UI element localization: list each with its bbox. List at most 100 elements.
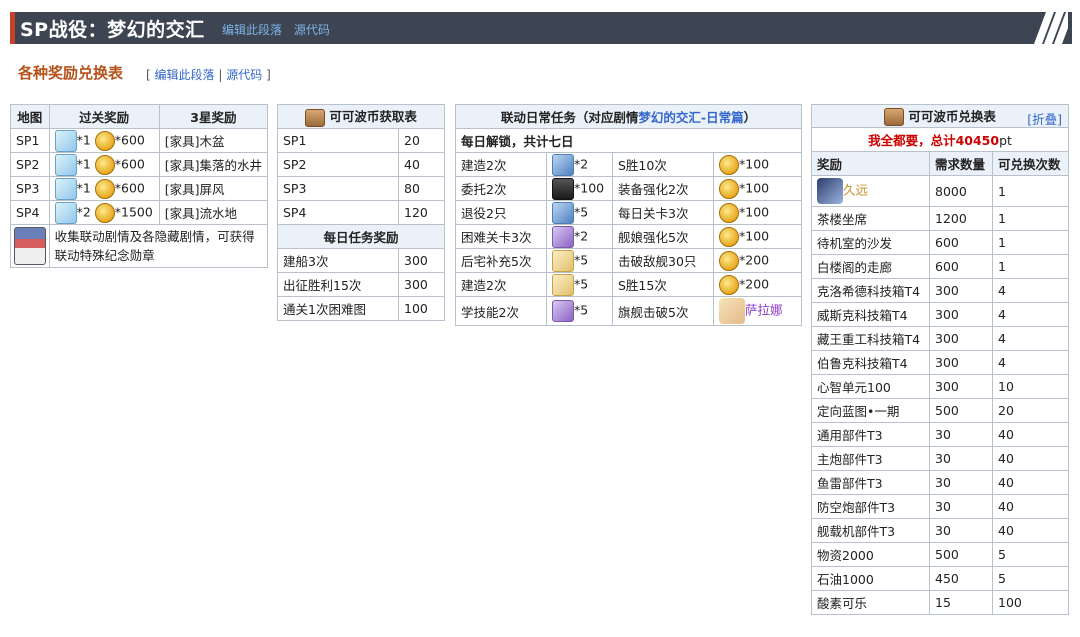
required-cell: 1200 <box>929 206 993 231</box>
cube-icon <box>54 129 77 152</box>
coin-qty: *600 <box>114 156 145 171</box>
clear-reward-cell: *1 *600 <box>48 128 160 153</box>
table-row: 出征胜利15次 300 <box>277 272 445 297</box>
edit-section-link[interactable]: 编辑此段落 <box>222 23 282 37</box>
reward-cell: 克洛希德科技箱T4 <box>811 278 930 303</box>
table-row: SP2 *1 *600 [家具]集落的水井 <box>10 152 269 177</box>
table-row: 石油1000 450 5 <box>811 566 1069 591</box>
medal-icon[interactable] <box>13 227 46 265</box>
source-code-link[interactable]: 源代码 <box>294 23 330 37</box>
table-row: SP4 *2 *1500 [家具]流水地 <box>10 200 269 225</box>
map-cell: SP2 <box>10 152 50 177</box>
coin-icon <box>94 130 115 151</box>
table-row: SP4 120 <box>277 200 445 225</box>
times-cell: 100 <box>992 590 1069 615</box>
qty: *2 <box>574 228 589 243</box>
star-reward-cell[interactable]: [家具]集落的水井 <box>158 152 269 177</box>
total-label: 我全都要，总计 <box>868 133 956 148</box>
exchange-title: 可可波币兑换表 <box>908 108 996 124</box>
character-avatar[interactable] <box>719 298 745 324</box>
col-star-reward: 3星奖励 <box>158 104 269 129</box>
skill-book-icon <box>552 300 574 322</box>
task-cell: 通关1次困难图 <box>277 296 399 321</box>
reward-cell: *5 <box>546 272 613 297</box>
tasks-title-prefix: 联动日常任务（对应剧情 <box>500 110 639 125</box>
amount-cell: 100 <box>398 296 445 321</box>
total-value: 40450 <box>955 133 1000 148</box>
table-row: 威斯克科技箱T4 300 4 <box>811 302 1069 327</box>
star-reward-cell[interactable]: [家具]流水地 <box>158 200 269 225</box>
table-row: SP1 20 <box>277 128 445 153</box>
task-cell: 学技能2次 <box>455 296 547 326</box>
reward-cell: 久远 <box>811 175 930 207</box>
task-cell: 建船3次 <box>277 248 399 273</box>
times-cell: 5 <box>992 542 1069 567</box>
character-avatar[interactable] <box>817 178 843 204</box>
character-link[interactable]: 萨拉娜 <box>745 303 783 318</box>
bracket-close: ] <box>266 68 271 82</box>
bracket-open: [ <box>146 68 151 82</box>
reward-cell: *2 <box>546 152 613 177</box>
required-cell: 30 <box>929 446 993 471</box>
source-cell: SP3 <box>277 176 399 201</box>
table-row: 建造2次 *2 S胜10次 *100 <box>455 152 802 177</box>
col-clear-reward: 过关奖励 <box>48 104 160 129</box>
required-cell: 8000 <box>929 175 993 207</box>
character-link[interactable]: 久远 <box>843 183 868 198</box>
collapse-toggle[interactable]: [折叠] <box>1027 109 1062 128</box>
reward-cell: 藏王重工科技箱T4 <box>811 326 930 351</box>
map-cell: SP3 <box>10 176 50 201</box>
reward-cell: *100 <box>546 176 613 201</box>
table-row: SP1 *1 *600 [家具]木盆 <box>10 128 269 153</box>
required-cell: 30 <box>929 518 993 543</box>
required-cell: 500 <box>929 542 993 567</box>
table-row: 待机室的沙发 600 1 <box>811 230 1069 255</box>
task-cell: 每日关卡3次 <box>612 200 714 225</box>
reward-cell: 石油1000 <box>811 566 930 591</box>
times-cell: 1 <box>992 254 1069 279</box>
table-row: 建造2次 *5 S胜15次 *200 <box>455 272 802 297</box>
required-cell: 30 <box>929 422 993 447</box>
section-edit-link[interactable]: 编辑此段落 <box>155 68 215 82</box>
banner-links: 编辑此段落 源代码 <box>222 21 338 38</box>
amount-cell: 120 <box>398 200 445 225</box>
amount-cell: 300 <box>398 248 445 273</box>
link-separator: | <box>218 68 223 82</box>
table-row: SP3 80 <box>277 176 445 201</box>
qty: *2 <box>574 156 589 171</box>
coin-qty: *1500 <box>114 204 153 219</box>
reward-cell: *200 <box>713 272 802 297</box>
coin-qty: *600 <box>114 180 145 195</box>
times-cell: 40 <box>992 446 1069 471</box>
table-row: 舰载机部件T3 30 40 <box>811 518 1069 543</box>
table-row: 困难关卡3次 *2 舰娘强化5次 *100 <box>455 224 802 249</box>
cube-icon <box>54 153 77 176</box>
table-row: 茶楼坐席 1200 1 <box>811 206 1069 231</box>
required-cell: 300 <box>929 350 993 375</box>
section-source-link[interactable]: 源代码 <box>226 68 262 82</box>
amount-cell: 40 <box>398 152 445 177</box>
reward-cell: 待机室的沙发 <box>811 230 930 255</box>
coin-icon <box>719 250 739 271</box>
times-cell: 4 <box>992 326 1069 351</box>
coin-box-icon <box>305 108 326 127</box>
qty: *5 <box>574 252 589 267</box>
medal-cell <box>10 224 50 268</box>
reward-cell: 鱼雷部件T3 <box>811 470 930 495</box>
times-cell: 5 <box>992 566 1069 591</box>
required-cell: 30 <box>929 470 993 495</box>
reward-cell: *100 <box>713 200 802 225</box>
reward-cell: 伯鲁克科技箱T4 <box>811 350 930 375</box>
coin-acquire-title: 可可波币获取表 <box>329 109 417 125</box>
qty: *5 <box>574 302 589 318</box>
reward-cell: *2 <box>546 224 613 249</box>
story-link[interactable]: 梦幻的交汇-日常篇 <box>638 110 743 125</box>
reward-cell: *5 <box>546 296 613 326</box>
task-cell: 委托2次 <box>455 176 547 201</box>
times-cell: 40 <box>992 518 1069 543</box>
table-row: 建船3次 300 <box>277 248 445 273</box>
page-banner: SP战役：梦幻的交汇 编辑此段落 源代码 <box>10 12 1072 44</box>
star-reward-cell[interactable]: [家具]木盆 <box>158 128 269 153</box>
star-reward-cell[interactable]: [家具]屏风 <box>158 176 269 201</box>
required-cell: 300 <box>929 374 993 399</box>
